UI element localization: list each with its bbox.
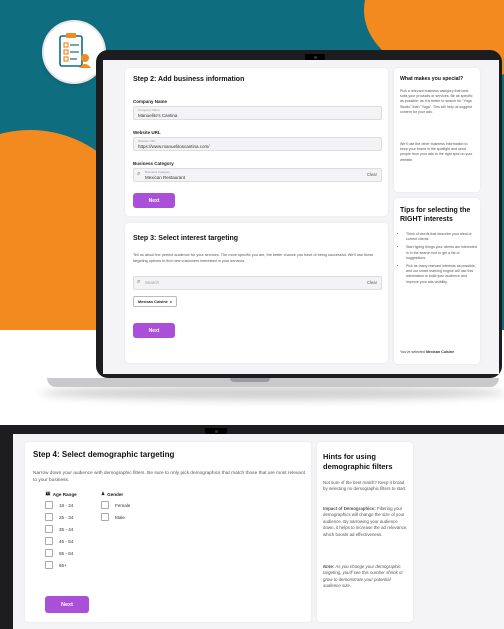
clear-button[interactable]: Clear bbox=[367, 280, 377, 285]
camera-icon bbox=[215, 430, 218, 433]
laptop-base bbox=[47, 378, 499, 387]
checkbox[interactable] bbox=[45, 513, 53, 521]
clear-button[interactable]: Clear bbox=[367, 172, 377, 177]
person-icon: ♟ bbox=[101, 491, 106, 496]
company-field[interactable]: Company Name Manuelito's Cantina bbox=[133, 106, 382, 120]
special-paragraph: We'll use the other business information… bbox=[400, 142, 473, 162]
special-card: What makes you special? Pick a relevant … bbox=[394, 68, 480, 192]
gender-option[interactable]: Female bbox=[101, 501, 130, 509]
age-option-label: 25 - 34 bbox=[59, 514, 74, 520]
camera-icon bbox=[314, 56, 317, 59]
next-button[interactable]: Next bbox=[133, 193, 175, 208]
hints-paragraph: Note: As you change your demographic tar… bbox=[323, 564, 409, 590]
category-field[interactable]: ⌕ Business Category Mexican Restaurant C… bbox=[133, 168, 382, 182]
laptop-screen: Step 4: Select demographic targeting Nar… bbox=[13, 434, 504, 629]
age-option-label: 55 - 64 bbox=[59, 550, 74, 556]
category-field-hint: Business Category bbox=[145, 170, 171, 174]
website-field-hint: Website URL bbox=[138, 139, 156, 143]
tips-selected-prefix: You've selected bbox=[400, 350, 426, 354]
search-icon: ⌕ bbox=[137, 171, 141, 177]
laptop-screen: Step 2: Add business information Company… bbox=[103, 60, 499, 374]
age-option-label: 35 - 44 bbox=[59, 526, 74, 532]
next-button[interactable]: Next bbox=[45, 596, 89, 613]
search-icon: ⌕ bbox=[137, 279, 141, 285]
age-option[interactable]: 45 - 54 bbox=[45, 537, 73, 545]
tips-selected-value: Mexican Cuisine bbox=[425, 350, 455, 354]
tips-selected: You've selected Mexican Cuisine bbox=[400, 350, 478, 355]
hints-card: Hints for using demographic filters Not … bbox=[317, 442, 413, 622]
close-icon[interactable]: × bbox=[170, 300, 172, 304]
age-option[interactable]: 18 - 24 bbox=[45, 501, 73, 509]
checkbox[interactable] bbox=[45, 549, 53, 557]
checkbox[interactable] bbox=[45, 537, 53, 545]
age-option-label: 65+ bbox=[59, 562, 67, 568]
hints-title: Hints for using demographic filters bbox=[323, 452, 393, 471]
special-title: What makes you special? bbox=[400, 76, 464, 82]
tips-card: Tips for selecting the RIGHT interests T… bbox=[394, 198, 480, 364]
special-paragraph: Pick a relevant business category that b… bbox=[400, 89, 473, 114]
tip-item: Think of words that describe your ideal … bbox=[406, 232, 478, 242]
checkbox[interactable] bbox=[45, 525, 53, 533]
interest-search[interactable]: ⌕ Search Clear bbox=[133, 276, 382, 290]
checkbox[interactable] bbox=[101, 501, 109, 509]
interest-search-placeholder: Search bbox=[145, 280, 159, 285]
age-option[interactable]: 35 - 44 bbox=[45, 525, 73, 533]
laptop-shadow bbox=[40, 386, 504, 400]
age-option-label: 45 - 54 bbox=[59, 538, 74, 544]
company-label: Company Name bbox=[133, 99, 168, 104]
gender-header: ♟ Gender bbox=[101, 491, 123, 497]
step3-card: Step 3: Select interest targeting Tell u… bbox=[125, 223, 388, 363]
step4-card: Step 4: Select demographic targeting Nar… bbox=[25, 442, 311, 622]
company-field-hint: Company Name bbox=[138, 108, 160, 112]
website-label: Website URL bbox=[133, 130, 161, 135]
company-field-value: Manuelito's Cantina bbox=[138, 113, 178, 118]
age-range-header: 👪 Age Range bbox=[45, 491, 77, 497]
website-field[interactable]: Website URL https://www.manuelitoscantin… bbox=[133, 137, 382, 151]
step2-title: Step 2: Add business information bbox=[133, 76, 245, 83]
checkbox[interactable] bbox=[45, 501, 53, 509]
step3-title: Step 3: Select interest targeting bbox=[133, 235, 239, 242]
website-field-value: https://www.manuelitoscantina.com/ bbox=[138, 144, 210, 149]
tip-item: Pick as many relevant interests as possi… bbox=[406, 264, 478, 285]
gender-option[interactable]: Male bbox=[101, 513, 125, 521]
laptop-hinge bbox=[230, 378, 270, 382]
age-option[interactable]: 25 - 34 bbox=[45, 513, 73, 521]
step2-card: Step 2: Add business information Company… bbox=[125, 68, 388, 216]
category-label: Business Category bbox=[133, 161, 174, 166]
hints-paragraph: Not sure of the best match? Keep it broa… bbox=[323, 480, 407, 492]
step4-description: Narrow down your audience with demograph… bbox=[33, 471, 305, 483]
checkbox[interactable] bbox=[101, 513, 109, 521]
step3-description: Tell us about the perfect audience for y… bbox=[133, 253, 374, 263]
interest-chip[interactable]: Mexican Cuisine × bbox=[133, 296, 177, 307]
checkbox[interactable] bbox=[45, 561, 53, 569]
hints-text: As you change your demographic targeting… bbox=[323, 564, 403, 589]
hints-bold: Impact of Demographics: bbox=[323, 506, 376, 511]
age-option-label: 18 - 24 bbox=[59, 502, 74, 508]
hints-paragraph: Impact of Demographics: Filtering your d… bbox=[323, 506, 409, 538]
gender-option-label: Male bbox=[115, 514, 125, 520]
category-field-value: Mexican Restaurant bbox=[145, 175, 186, 180]
interest-chip-label: Mexican Cuisine bbox=[138, 299, 168, 304]
tip-item: Start typing things your clients are int… bbox=[406, 245, 478, 261]
next-button[interactable]: Next bbox=[133, 323, 175, 338]
age-option[interactable]: 65+ bbox=[45, 561, 67, 569]
gender-option-label: Female bbox=[115, 502, 131, 508]
step4-title: Step 4: Select demographic targeting bbox=[33, 450, 175, 459]
tips-list: Think of words that describe your ideal … bbox=[400, 232, 478, 288]
age-option[interactable]: 55 - 64 bbox=[45, 549, 73, 557]
tips-title: Tips for selecting the RIGHT interests bbox=[400, 207, 471, 224]
gender-label: Gender bbox=[107, 491, 124, 497]
hints-bold: Note: bbox=[323, 564, 335, 569]
people-icon: 👪 bbox=[45, 491, 51, 496]
age-range-label: Age Range bbox=[52, 491, 77, 497]
